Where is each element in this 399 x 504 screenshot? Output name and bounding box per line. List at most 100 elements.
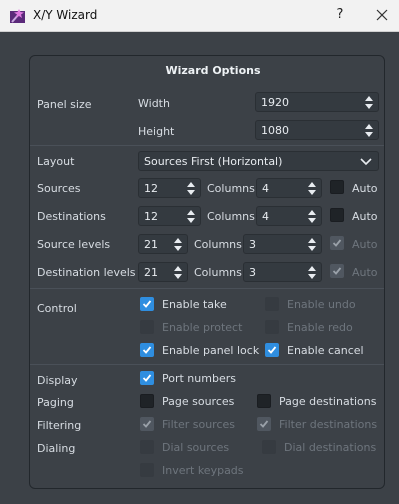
wizard-icon: [10, 9, 25, 23]
window-title: X/Y Wizard: [33, 8, 98, 22]
source-levels-label: Source levels: [37, 238, 111, 251]
enable-panel-lock-label: Enable panel lock: [162, 344, 260, 357]
page-destinations-label: Page destinations: [279, 395, 377, 408]
sources-auto-label: Auto: [352, 182, 378, 195]
destinations-columns-value: 4: [262, 210, 269, 223]
layout-value: Sources First (Horizontal): [144, 155, 283, 168]
dialing-label: Dialing: [37, 442, 76, 455]
layout-dropdown[interactable]: Sources First (Horizontal): [138, 151, 379, 171]
sources-auto-checkbox[interactable]: [330, 180, 344, 194]
dial-sources-label: Dial sources: [162, 441, 230, 454]
enable-redo-checkbox[interactable]: [265, 320, 279, 334]
source-levels-columns-stepper-icon[interactable]: [308, 237, 318, 253]
destination-levels-columns-value: 3: [249, 266, 256, 279]
width-stepper-icon[interactable]: [365, 95, 375, 111]
height-spinbox[interactable]: 1080: [255, 120, 379, 140]
height-label: Height: [138, 125, 175, 138]
destinations-columns-spinbox[interactable]: 4: [256, 206, 322, 226]
filter-sources-checkbox[interactable]: [140, 417, 154, 431]
paging-label: Paging: [37, 396, 74, 409]
filter-sources-label: Filter sources: [162, 418, 235, 431]
filter-destinations-checkbox[interactable]: [257, 417, 271, 431]
sources-spinbox[interactable]: 12: [138, 178, 201, 198]
destinations-auto-label: Auto: [352, 210, 378, 223]
invert-keypads-label: Invert keypads: [162, 464, 244, 477]
source-levels-columns-spinbox[interactable]: 3: [243, 234, 322, 254]
width-spinbox[interactable]: 1920: [255, 92, 379, 112]
section-title: Wizard Options: [165, 64, 261, 77]
source-levels-auto-checkbox[interactable]: [330, 236, 344, 250]
destinations-stepper-icon[interactable]: [187, 209, 197, 225]
destinations-spinbox[interactable]: 12: [138, 206, 201, 226]
enable-redo-label: Enable redo: [287, 321, 353, 334]
destinations-label: Destinations: [37, 210, 106, 223]
sources-columns-stepper-icon[interactable]: [308, 181, 318, 197]
dial-sources-checkbox[interactable]: [140, 440, 154, 454]
enable-take-checkbox[interactable]: [140, 297, 154, 311]
enable-panel-lock-checkbox[interactable]: [140, 343, 154, 357]
source-levels-stepper-icon[interactable]: [174, 237, 184, 253]
title-bar: X/Y Wizard ?: [0, 0, 399, 32]
layout-label: Layout: [37, 155, 75, 168]
destination-levels-columns-stepper-icon[interactable]: [308, 265, 318, 281]
height-stepper-icon[interactable]: [365, 123, 375, 139]
destination-levels-auto-label: Auto: [352, 266, 378, 279]
dial-destinations-checkbox[interactable]: [262, 440, 276, 454]
checkmark-icon: [142, 374, 152, 382]
help-button[interactable]: ?: [332, 7, 348, 25]
sources-columns-value: 4: [262, 182, 269, 195]
destination-levels-value: 21: [144, 266, 158, 279]
height-value: 1080: [261, 124, 289, 137]
enable-undo-checkbox[interactable]: [265, 297, 279, 311]
invert-keypads-checkbox[interactable]: [140, 463, 154, 477]
checkmark-icon: [142, 346, 152, 354]
divider: [30, 364, 384, 365]
close-icon[interactable]: [372, 5, 392, 25]
destinations-value: 12: [144, 210, 158, 223]
panel-size-label: Panel size: [37, 98, 92, 111]
checkmark-icon: [259, 420, 269, 428]
page-destinations-checkbox[interactable]: [257, 394, 271, 408]
destinations-columns-stepper-icon[interactable]: [308, 209, 318, 225]
chevron-down-icon: [360, 158, 372, 166]
checkmark-icon: [332, 267, 342, 275]
enable-cancel-checkbox[interactable]: [265, 343, 279, 357]
display-label: Display: [37, 374, 78, 387]
source-levels-value: 21: [144, 238, 158, 251]
source-levels-columns-value: 3: [249, 238, 256, 251]
sources-value: 12: [144, 182, 158, 195]
filter-destinations-label: Filter destinations: [279, 418, 378, 431]
sources-columns-label: Columns: [207, 182, 255, 195]
sources-label: Sources: [37, 182, 81, 195]
sources-columns-spinbox[interactable]: 4: [256, 178, 322, 198]
enable-cancel-label: Enable cancel: [287, 344, 364, 357]
source-levels-auto-label: Auto: [352, 238, 378, 251]
control-label: Control: [37, 302, 77, 315]
destinations-columns-label: Columns: [207, 210, 255, 223]
checkmark-icon: [332, 239, 342, 247]
enable-protect-label: Enable protect: [162, 321, 243, 334]
width-label: Width: [138, 97, 170, 110]
divider: [30, 288, 384, 289]
sources-stepper-icon[interactable]: [187, 181, 197, 197]
checkmark-icon: [142, 300, 152, 308]
destination-levels-stepper-icon[interactable]: [174, 265, 184, 281]
enable-take-label: Enable take: [162, 298, 227, 311]
divider: [30, 145, 384, 146]
destination-levels-spinbox[interactable]: 21: [138, 262, 188, 282]
enable-protect-checkbox[interactable]: [140, 320, 154, 334]
width-value: 1920: [261, 96, 289, 109]
port-numbers-label: Port numbers: [162, 372, 236, 385]
port-numbers-checkbox[interactable]: [140, 371, 154, 385]
page-sources-checkbox[interactable]: [140, 394, 154, 408]
destination-levels-auto-checkbox[interactable]: [330, 264, 344, 278]
source-levels-columns-label: Columns: [194, 238, 242, 251]
enable-undo-label: Enable undo: [287, 298, 356, 311]
destinations-auto-checkbox[interactable]: [330, 208, 344, 222]
destination-levels-columns-label: Columns: [194, 266, 242, 279]
destination-levels-columns-spinbox[interactable]: 3: [243, 262, 322, 282]
source-levels-spinbox[interactable]: 21: [138, 234, 188, 254]
destination-levels-label: Destination levels: [37, 266, 136, 279]
filtering-label: Filtering: [37, 419, 82, 432]
checkmark-icon: [267, 346, 277, 354]
